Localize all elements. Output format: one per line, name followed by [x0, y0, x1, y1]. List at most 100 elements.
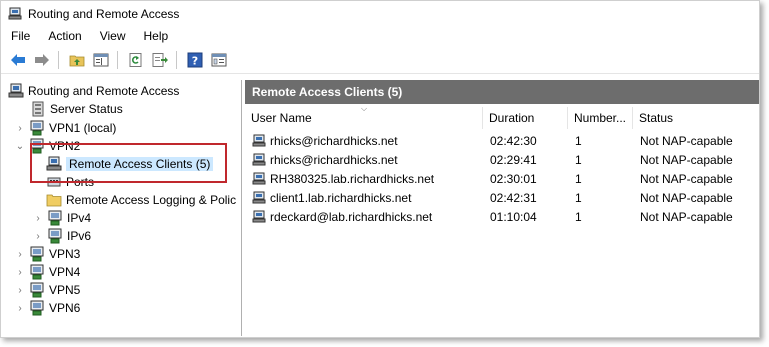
expand-chevron-icon[interactable]: ›: [14, 248, 26, 260]
tree-item-label: Server Status: [50, 102, 123, 116]
menu-view[interactable]: View: [90, 29, 134, 43]
toolbar: ?: [1, 47, 759, 74]
svg-text:?: ?: [192, 55, 198, 68]
window-title: Routing and Remote Access: [28, 7, 180, 21]
user-name: rdeckard@lab.richardhicks.net: [270, 209, 433, 224]
remote-client-icon: [252, 172, 266, 186]
expand-chevron-icon[interactable]: ›: [32, 212, 44, 224]
number-cell: 1: [575, 190, 582, 205]
tree-item-label: VPN3: [49, 247, 81, 261]
column-header-user-name[interactable]: User Name: [245, 107, 483, 129]
properties-icon[interactable]: [208, 49, 230, 71]
results-pane: Remote Access Clients (5) ⌵ User Name Du…: [245, 80, 759, 337]
tree-item-label: VPN1 (local): [49, 121, 117, 135]
number-cell: 1: [575, 133, 582, 148]
tree-item-vpn1[interactable]: › VPN1 (local): [14, 119, 116, 137]
help-icon[interactable]: ?: [184, 49, 206, 71]
number-cell: 1: [575, 171, 582, 186]
tree-item-label: VPN4: [49, 265, 81, 279]
rras-server-icon: [8, 83, 24, 99]
expand-chevron-icon[interactable]: ›: [32, 230, 44, 242]
user-name: RH380325.lab.richardhicks.net: [270, 171, 435, 186]
status-cell: Not NAP-capable: [640, 133, 733, 148]
expand-chevron-icon[interactable]: ›: [14, 122, 26, 134]
export-list-icon[interactable]: [149, 49, 171, 71]
vpn-server-icon: [29, 282, 45, 298]
tree-item-label: VPN6: [49, 301, 81, 315]
refresh-icon[interactable]: [125, 49, 147, 71]
number-cell: 1: [575, 209, 582, 224]
column-header-number[interactable]: Number...: [568, 107, 633, 129]
tree-item-ipv4[interactable]: › IPv4: [32, 209, 91, 227]
expand-chevron-icon[interactable]: ›: [14, 302, 26, 314]
remote-client-icon: [252, 191, 266, 205]
table-row[interactable]: rhicks@richardhicks.net 02:42:30 1 Not NAP-…: [245, 131, 759, 150]
status-cell: Not NAP-capable: [640, 171, 733, 186]
user-name-cell: client1.lab.richardhicks.net: [252, 188, 411, 207]
menu-help[interactable]: Help: [134, 29, 177, 43]
table-row[interactable]: rhicks@richardhicks.net 02:29:41 1 Not NAP-…: [245, 150, 759, 169]
status-cell: Not NAP-capable: [640, 209, 733, 224]
column-header-status[interactable]: Status: [633, 107, 759, 129]
duration-cell: 02:42:30: [490, 133, 537, 148]
tree-item-server-status[interactable]: Server Status: [30, 100, 123, 118]
expand-chevron-icon[interactable]: ›: [14, 284, 26, 296]
pane-title: Remote Access Clients (5): [245, 80, 759, 104]
up-folder-icon[interactable]: [66, 49, 88, 71]
tree-item-label: IPv6: [67, 229, 92, 243]
menu-file[interactable]: File: [1, 29, 38, 43]
tree-item-root[interactable]: Routing and Remote Access: [8, 82, 179, 100]
ip-routing-icon: [47, 210, 63, 226]
tree-item-label: Remote Access Logging & Polic: [66, 193, 237, 207]
duration-cell: 02:30:01: [490, 171, 537, 186]
status-cell: Not NAP-capable: [640, 190, 733, 205]
number-cell: 1: [575, 152, 582, 167]
tree-item-ipv6[interactable]: › IPv6: [32, 227, 91, 245]
user-name-cell: rdeckard@lab.richardhicks.net: [252, 207, 432, 226]
user-name: rhicks@richardhicks.net: [270, 152, 398, 167]
forward-icon[interactable]: [31, 49, 53, 71]
rras-app-icon: [8, 7, 22, 21]
title-bar: Routing and Remote Access: [1, 1, 759, 27]
expand-chevron-icon[interactable]: ›: [14, 266, 26, 278]
tree-item-vpn5[interactable]: › VPN5: [14, 281, 80, 299]
vpn-server-icon: [29, 246, 45, 262]
back-icon[interactable]: [7, 49, 29, 71]
vpn-server-icon: [29, 264, 45, 280]
table-row[interactable]: client1.lab.richardhicks.net 02:42:31 1 Not…: [245, 188, 759, 207]
table-row[interactable]: rdeckard@lab.richardhicks.net 01:10:04 1 No…: [245, 207, 759, 226]
column-header-duration[interactable]: Duration: [483, 107, 568, 129]
duration-cell: 02:42:31: [490, 190, 537, 205]
toolbar-separator: [58, 51, 59, 69]
menu-bar: File Action View Help: [1, 26, 759, 46]
user-name-cell: rhicks@richardhicks.net: [252, 131, 398, 150]
duration-cell: 02:29:41: [490, 152, 537, 167]
user-name: rhicks@richardhicks.net: [270, 133, 398, 148]
app-window: Routing and Remote Access File Action Vi…: [0, 0, 760, 338]
tree-item-vpn6[interactable]: › VPN6: [14, 299, 80, 317]
user-name-cell: RH380325.lab.richardhicks.net: [252, 169, 434, 188]
ip-routing-icon: [47, 228, 63, 244]
tree-item-vpn3[interactable]: › VPN3: [14, 245, 80, 263]
tree-item-label: VPN5: [49, 283, 81, 297]
remote-client-icon: [252, 134, 266, 148]
tree-item-label: Routing and Remote Access: [28, 84, 180, 98]
user-name-cell: rhicks@richardhicks.net: [252, 150, 398, 169]
status-cell: Not NAP-capable: [640, 152, 733, 167]
folder-icon: [46, 192, 62, 208]
menu-action[interactable]: Action: [38, 29, 89, 43]
remote-client-icon: [252, 153, 266, 167]
vpn-server-icon: [29, 120, 45, 136]
tree-item-vpn4[interactable]: › VPN4: [14, 263, 80, 281]
toolbar-separator: [117, 51, 118, 69]
vpn-server-icon: [29, 300, 45, 316]
toolbar-separator: [176, 51, 177, 69]
show-hide-tree-icon[interactable]: [90, 49, 112, 71]
table-row[interactable]: RH380325.lab.richardhicks.net 02:30:01 1 No…: [245, 169, 759, 188]
tree-item-logging[interactable]: Remote Access Logging & Polic: [46, 191, 236, 209]
collapse-chevron-icon[interactable]: ⌄: [14, 140, 26, 152]
user-name: client1.lab.richardhicks.net: [270, 190, 412, 205]
highlight-callout: [30, 143, 227, 183]
tree-item-label: IPv4: [67, 211, 92, 225]
console-tree: Routing and Remote Access Server Status …: [4, 80, 242, 336]
